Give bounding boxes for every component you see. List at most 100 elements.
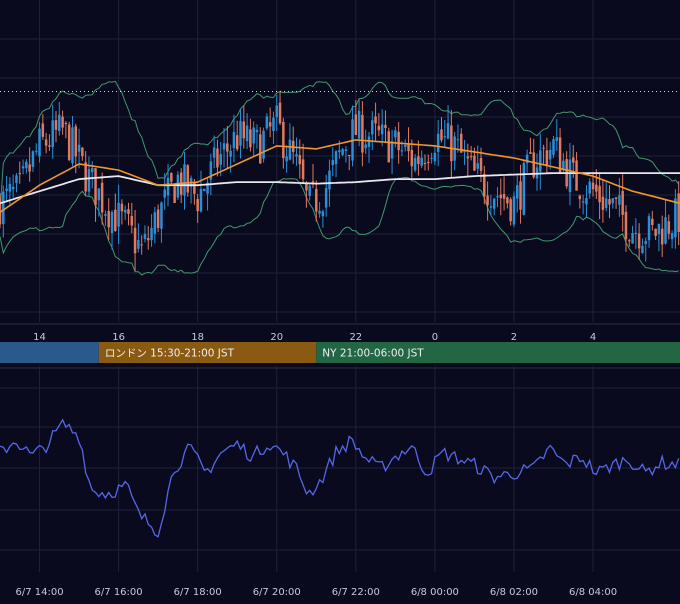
- candle-body: [657, 223, 661, 235]
- candle-body: [176, 174, 180, 198]
- candle-body: [492, 198, 496, 209]
- candle-body: [394, 130, 397, 138]
- candle-body: [114, 209, 117, 232]
- price-x-tick-label: 4: [590, 332, 596, 343]
- candle-body: [18, 173, 22, 175]
- candle-body: [183, 164, 186, 196]
- candle-body: [496, 196, 499, 198]
- candle-body: [166, 177, 170, 196]
- candle-body: [203, 188, 206, 192]
- candle-body: [390, 141, 394, 159]
- price-x-tick-label: 22: [349, 332, 362, 343]
- candle-body: [265, 116, 269, 129]
- candle-body: [64, 122, 68, 124]
- candle-body: [522, 162, 526, 215]
- oscillator-x-tick-label: 6/8 00:00: [411, 587, 459, 598]
- candle-body: [440, 129, 443, 141]
- candle-body: [163, 189, 166, 198]
- candle-body: [357, 110, 361, 139]
- candle-body: [519, 181, 522, 210]
- candle-body: [558, 137, 562, 173]
- candle-body: [100, 182, 104, 213]
- candle-body: [123, 209, 127, 213]
- candle-body: [664, 217, 667, 244]
- candle-body: [21, 166, 25, 169]
- candle-body: [542, 147, 545, 149]
- candle-body: [654, 228, 657, 236]
- candle-body: [137, 239, 140, 249]
- candle-body: [473, 155, 476, 171]
- price-x-tick-label: 16: [112, 332, 125, 343]
- candle-body: [150, 227, 153, 241]
- candle-body: [631, 232, 634, 244]
- candle-body: [624, 211, 628, 240]
- candle-body: [226, 143, 229, 152]
- candle-body: [117, 202, 120, 227]
- candle-body: [644, 240, 647, 244]
- candle-body: [255, 129, 259, 133]
- candle-body: [2, 191, 5, 225]
- session-block: [0, 342, 99, 363]
- candle-body: [347, 154, 351, 156]
- candle-body: [5, 188, 8, 192]
- candle-body: [628, 240, 631, 242]
- candle-body: [34, 150, 38, 152]
- candle-body: [318, 210, 321, 214]
- candle-body: [621, 190, 624, 215]
- oscillator-x-tick-label: 6/8 02:00: [490, 587, 538, 598]
- candle-body: [44, 139, 48, 146]
- candle-body: [413, 157, 417, 171]
- session-label: ロンドン 15:30-21:00 JST: [105, 348, 235, 360]
- candle-body: [262, 130, 265, 159]
- candle-body: [81, 147, 84, 157]
- chart-canvas: 14 16 18 20 22 0 2 4 ロンドン 15:30-21:00 JST NY 21:…: [0, 0, 680, 600]
- candle-body: [239, 120, 242, 146]
- candle-body: [38, 128, 41, 157]
- candle-body: [417, 156, 420, 165]
- candle-body: [133, 227, 137, 254]
- trading-chart: 14 16 18 20 22 0 2 4 ロンドン 15:30-21:00 JST NY 21:…: [0, 0, 680, 600]
- candle-body: [400, 150, 404, 152]
- candle-body: [71, 127, 74, 164]
- candle-body: [585, 197, 588, 205]
- candle-body: [674, 198, 677, 238]
- candle-body: [97, 188, 101, 201]
- candle-body: [143, 234, 147, 240]
- candle-body: [361, 114, 364, 153]
- candle-body: [338, 150, 341, 153]
- candle-body: [479, 157, 483, 171]
- candle-body: [127, 209, 130, 215]
- candle-body: [476, 163, 479, 169]
- candle-body: [403, 144, 407, 147]
- candle-body: [222, 143, 226, 150]
- candle-body: [486, 195, 489, 206]
- session-label: NY 21:00-06:00 JST: [322, 348, 424, 360]
- candle-body: [31, 151, 35, 168]
- candle-body: [84, 162, 87, 192]
- candle-body: [275, 105, 278, 118]
- oscillator-x-tick-label: 6/7 14:00: [15, 587, 63, 598]
- candle-body: [67, 124, 71, 160]
- candle-body: [252, 127, 255, 144]
- candle-body: [420, 157, 423, 166]
- candle-body: [51, 120, 54, 148]
- candle-body: [147, 238, 150, 241]
- oscillator-x-tick-label: 6/7 22:00: [332, 587, 380, 598]
- candle-body: [160, 202, 163, 229]
- candle-body: [199, 188, 203, 212]
- candle-body: [130, 216, 134, 226]
- candle-body: [568, 159, 572, 193]
- candle-body: [74, 126, 78, 157]
- candle-body: [466, 156, 470, 159]
- candle-body: [11, 186, 15, 190]
- candle-body: [196, 198, 199, 212]
- oscillator-x-tick-label: 6/7 18:00: [174, 587, 222, 598]
- candle-body: [483, 173, 486, 197]
- candle-body: [259, 134, 262, 164]
- candle-body: [562, 160, 565, 169]
- candle-body: [91, 167, 94, 173]
- candle-body: [374, 116, 377, 124]
- candle-body: [305, 183, 308, 191]
- candle-body: [423, 163, 427, 165]
- candle-body: [614, 197, 618, 199]
